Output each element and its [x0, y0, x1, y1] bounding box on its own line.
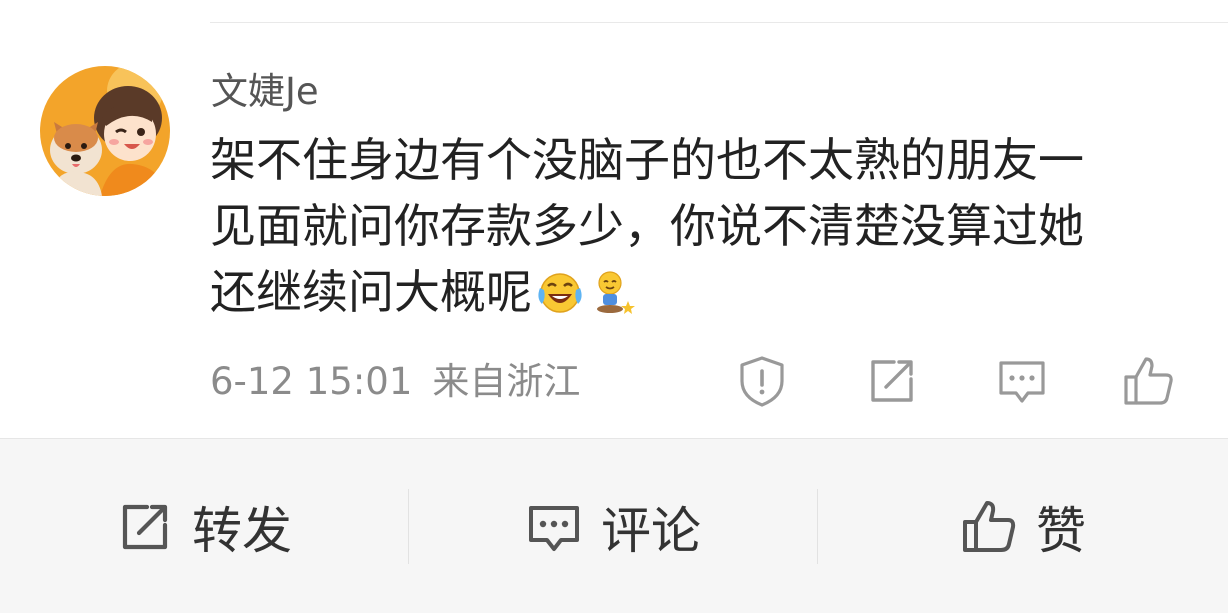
username[interactable]: 文婕Je: [211, 67, 319, 117]
like-bar-icon: [963, 500, 1016, 552]
comment-line: 架不住身边有个没脑子的也不太熟的朋友一: [210, 133, 1084, 187]
laughing-crying-emoji: [538, 273, 582, 313]
comment-line-last: 还继续问大概呢: [210, 259, 1200, 325]
location: 来自浙江: [432, 360, 581, 403]
bottom-action-bar: 转发 评论 赞: [0, 438, 1228, 613]
timestamp: 6-12 15:01: [210, 360, 413, 403]
comment-meta: 6-12 15:01 来自浙江: [210, 357, 580, 407]
sitting-smile-emoji: [597, 271, 635, 314]
comment-button[interactable]: 评论: [409, 439, 817, 613]
comment-icon[interactable]: [994, 353, 1050, 409]
comment-text: 架不住身边有个没脑子的也不太熟的朋友一 见面就问你存款多少，你说不清楚没算过她 …: [210, 127, 1200, 325]
comment-label: 评论: [601, 501, 701, 560]
repost-label: 转发: [192, 501, 292, 560]
like-icon[interactable]: [1120, 353, 1176, 409]
comment-page: 文婕Je 架不住身边有个没脑子的也不太熟的朋友一 见面就问你存款多少，你说不清楚…: [0, 0, 1228, 613]
avatar[interactable]: [40, 66, 170, 196]
comment-line: 见面就问你存款多少，你说不清楚没算过她: [210, 199, 1084, 253]
comment-line-text: 还继续问大概呢: [210, 265, 532, 319]
repost-icon: [122, 504, 168, 549]
share-icon[interactable]: [864, 353, 920, 409]
like-button[interactable]: 赞: [818, 439, 1228, 613]
comment-item: 文婕Je 架不住身边有个没脑子的也不太熟的朋友一 见面就问你存款多少，你说不清楚…: [0, 23, 1228, 438]
comment-bar-icon: [529, 505, 579, 551]
repost-button[interactable]: 转发: [0, 439, 408, 613]
report-icon[interactable]: [734, 353, 790, 409]
like-label: 赞: [1036, 501, 1086, 560]
